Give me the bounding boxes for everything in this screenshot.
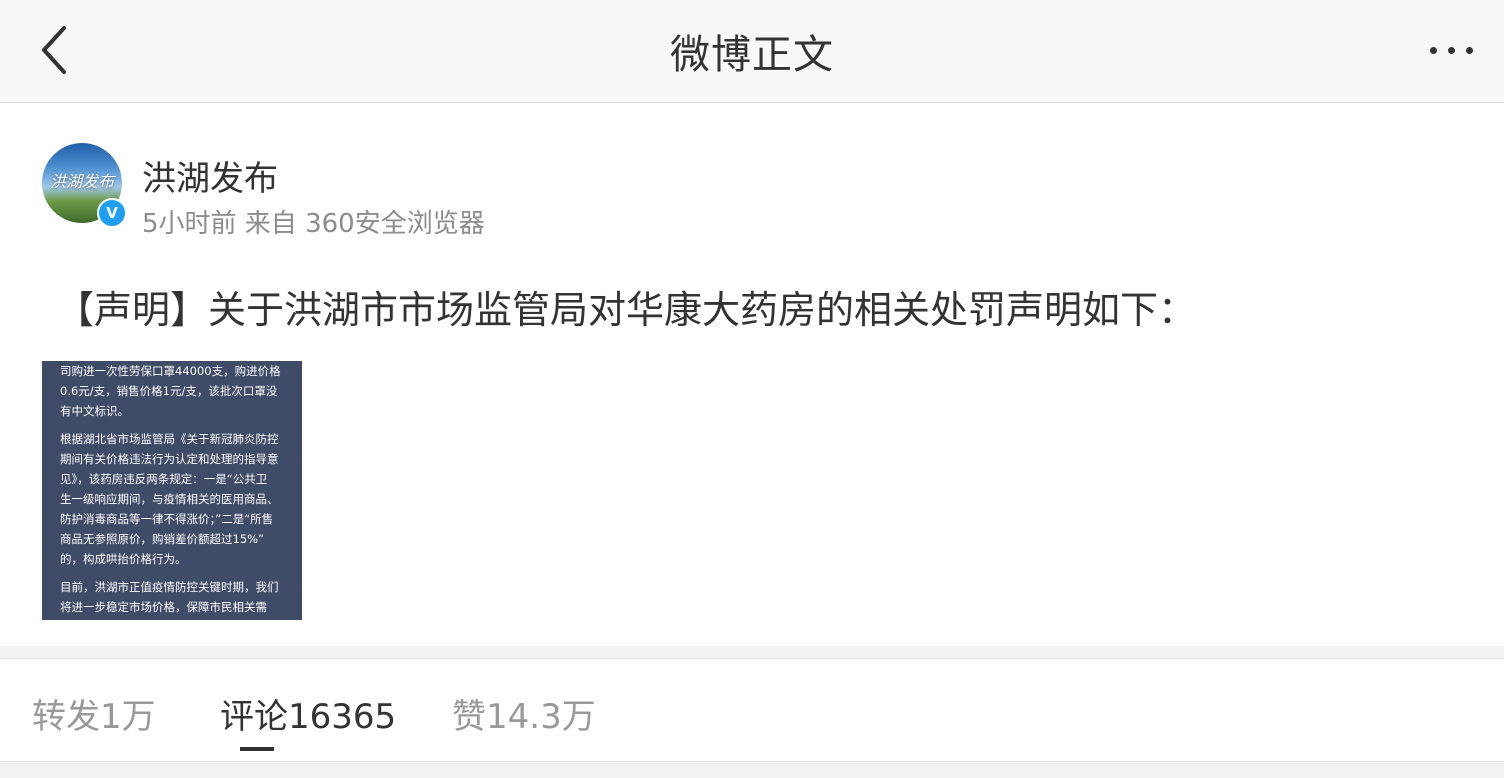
post-card: 洪湖发布 V 洪湖发布 5小时前 来自 360安全浏览器 【声明】关于洪湖市市场… <box>0 103 1504 646</box>
image-text-line: 根据湖北省市场监管局《关于新冠肺炎防控 期间有关价格违法行为认定和处理的指导意 … <box>60 432 279 566</box>
verified-icon: V <box>97 198 127 228</box>
tab-reposts[interactable]: 转发1万 <box>32 689 156 738</box>
user-name[interactable]: 洪湖发布 <box>142 151 278 200</box>
post-image[interactable]: 司购进一次性劳保口罩44000支，购进价格 0.6元/支，销售价格1元/支，该批… <box>42 361 302 620</box>
interaction-tabs: 转发1万 评论16365 赞14.3万 <box>0 658 1504 762</box>
post-text: 【声明】关于洪湖市市场监管局对华康大药房的相关处罚声明如下： <box>56 288 1197 332</box>
tab-comments[interactable]: 评论16365 <box>220 689 396 738</box>
top-navigation-bar: 微博正文 <box>0 0 1504 103</box>
more-dot <box>1448 47 1455 54</box>
active-tab-indicator <box>240 747 274 751</box>
page-title: 微博正文 <box>670 32 834 78</box>
more-options-button[interactable] <box>1430 30 1474 70</box>
post-meta: 5小时前 来自 360安全浏览器 <box>142 209 485 239</box>
more-horizontal-icon <box>1430 47 1437 54</box>
more-dot <box>1466 47 1473 54</box>
image-text-line: 目前，洪湖市正值疫情防控关键时期，我们 将进一步稳定市场价格，保障市民相关需 <box>60 580 279 614</box>
avatar-text: 洪湖发布 <box>49 172 114 191</box>
image-text-line: 司购进一次性劳保口罩44000支，购进价格 0.6元/支，销售价格1元/支，该批… <box>60 364 281 418</box>
tab-likes[interactable]: 赞14.3万 <box>452 689 596 738</box>
